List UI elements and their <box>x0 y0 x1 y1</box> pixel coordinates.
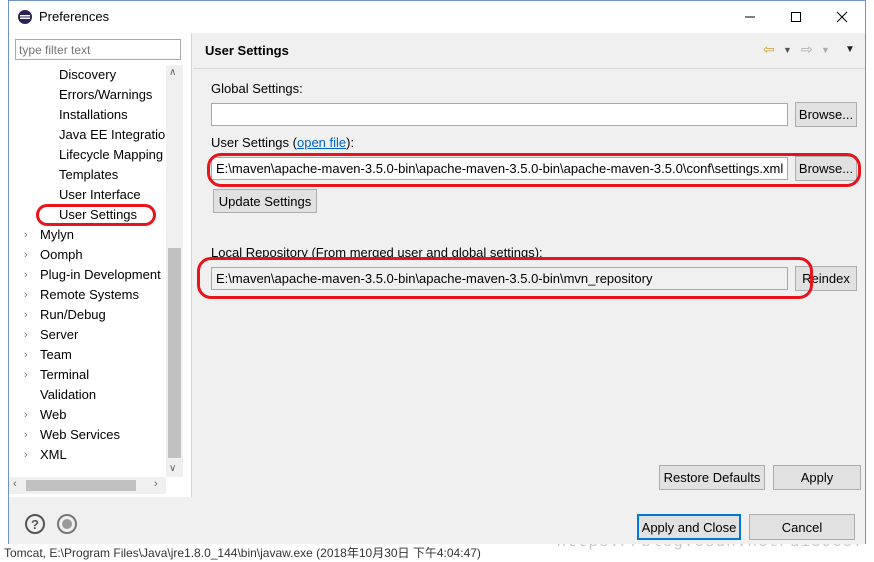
minimize-button[interactable] <box>727 1 773 33</box>
expand-arrow-icon[interactable]: › <box>24 345 28 365</box>
dialog-footer: ? Apply and Close Cancel <box>9 498 865 544</box>
maximize-button[interactable] <box>773 1 819 33</box>
expand-arrow-icon[interactable]: › <box>24 365 28 385</box>
back-menu-icon[interactable]: ▼ <box>783 45 792 55</box>
tree-item-server[interactable]: › Server <box>24 325 78 345</box>
close-button[interactable] <box>819 1 865 33</box>
tree-item-lifecycle-mapping[interactable]: Lifecycle Mapping <box>59 145 163 165</box>
highlight-ring-local-repository <box>197 257 813 299</box>
settings-page: User Settings ⇦ ▼ ⇨ ▼ ▼ Global Settings:… <box>193 33 865 497</box>
user-settings-label: User Settings (open file): <box>211 135 355 150</box>
preference-tree: Discovery Errors/Warnings Installations … <box>9 65 165 473</box>
preference-tree-pane: Discovery Errors/Warnings Installations … <box>9 33 192 497</box>
expand-arrow-icon[interactable]: › <box>24 445 28 465</box>
tree-item-web-services[interactable]: › Web Services <box>24 425 120 445</box>
back-icon[interactable]: ⇦ <box>763 41 775 58</box>
help-icon[interactable]: ? <box>25 514 45 534</box>
tree-item-templates[interactable]: Templates <box>59 165 118 185</box>
apply-and-close-button[interactable]: Apply and Close <box>637 514 741 540</box>
tree-item-team[interactable]: › Team <box>24 345 72 365</box>
preferences-dialog: Preferences Discovery Errors/Warnings In… <box>8 0 866 544</box>
view-menu-icon[interactable]: ▼ <box>845 44 855 55</box>
forward-icon[interactable]: ⇨ <box>801 41 813 58</box>
record-icon[interactable] <box>57 514 77 534</box>
tree-item-installations[interactable]: Installations <box>59 105 128 125</box>
tree-item-oomph[interactable]: › Oomph <box>24 245 83 265</box>
expand-arrow-icon[interactable]: › <box>24 405 28 425</box>
scroll-down-icon[interactable]: ∨ <box>169 463 176 474</box>
tree-item-mylyn[interactable]: › Mylyn <box>24 225 74 245</box>
background-app-edge <box>0 0 8 540</box>
expand-arrow-icon[interactable]: › <box>24 305 28 325</box>
tree-item-remote-systems[interactable]: › Remote Systems <box>24 285 139 305</box>
tree-item-user-interface[interactable]: User Interface <box>59 185 141 205</box>
tree-item-xml[interactable]: › XML <box>24 445 67 465</box>
scroll-left-icon[interactable]: ‹ <box>13 478 17 490</box>
forward-menu-icon[interactable]: ▼ <box>821 45 830 55</box>
minimize-icon <box>745 16 755 18</box>
global-settings-field[interactable] <box>211 103 788 126</box>
scroll-right-icon[interactable]: › <box>154 478 158 490</box>
window-title: Preferences <box>39 9 110 24</box>
tree-item-web[interactable]: › Web <box>24 405 67 425</box>
tree-horizontal-scrollbar[interactable]: ‹ › <box>9 477 166 494</box>
expand-arrow-icon[interactable]: › <box>24 285 28 305</box>
cancel-button[interactable]: Cancel <box>749 514 855 540</box>
maximize-icon <box>791 12 801 22</box>
tree-item-terminal[interactable]: › Terminal <box>24 365 89 385</box>
tree-item-validation[interactable]: Validation <box>40 385 96 405</box>
page-title: User Settings <box>205 43 289 58</box>
scroll-thumb[interactable] <box>26 480 136 491</box>
title-bar: Preferences <box>9 1 865 33</box>
tree-item-errors-warnings[interactable]: Errors/Warnings <box>59 85 152 105</box>
expand-arrow-icon[interactable]: › <box>24 425 28 445</box>
highlight-ring-user-settings-field <box>207 153 861 187</box>
open-file-link[interactable]: open file <box>297 135 346 150</box>
scroll-up-icon[interactable]: ∧ <box>169 67 176 78</box>
scroll-thumb[interactable] <box>168 248 181 458</box>
eclipse-icon <box>18 10 32 24</box>
apply-button[interactable]: Apply <box>773 465 861 490</box>
highlight-ring-user-settings <box>36 204 156 226</box>
expand-arrow-icon[interactable]: › <box>24 225 28 245</box>
filter-input[interactable] <box>15 39 181 60</box>
tree-vertical-scrollbar[interactable]: ∧ ∨ <box>166 65 183 477</box>
page-header: User Settings ⇦ ▼ ⇨ ▼ ▼ <box>193 33 865 69</box>
update-settings-button[interactable]: Update Settings <box>213 189 317 213</box>
tree-item-discovery[interactable]: Discovery <box>59 65 116 85</box>
expand-arrow-icon[interactable]: › <box>24 265 28 285</box>
browse-global-button[interactable]: Browse... <box>795 102 857 127</box>
tree-item-java-ee-integration[interactable]: Java EE Integration <box>59 125 165 145</box>
tree-item-run-debug[interactable]: › Run/Debug <box>24 305 106 325</box>
close-icon <box>836 11 848 23</box>
restore-defaults-button[interactable]: Restore Defaults <box>659 465 765 490</box>
expand-arrow-icon[interactable]: › <box>24 325 28 345</box>
global-settings-label: Global Settings: <box>211 81 303 96</box>
expand-arrow-icon[interactable]: › <box>24 245 28 265</box>
tree-item-plug-in-development[interactable]: › Plug-in Development <box>24 265 161 285</box>
